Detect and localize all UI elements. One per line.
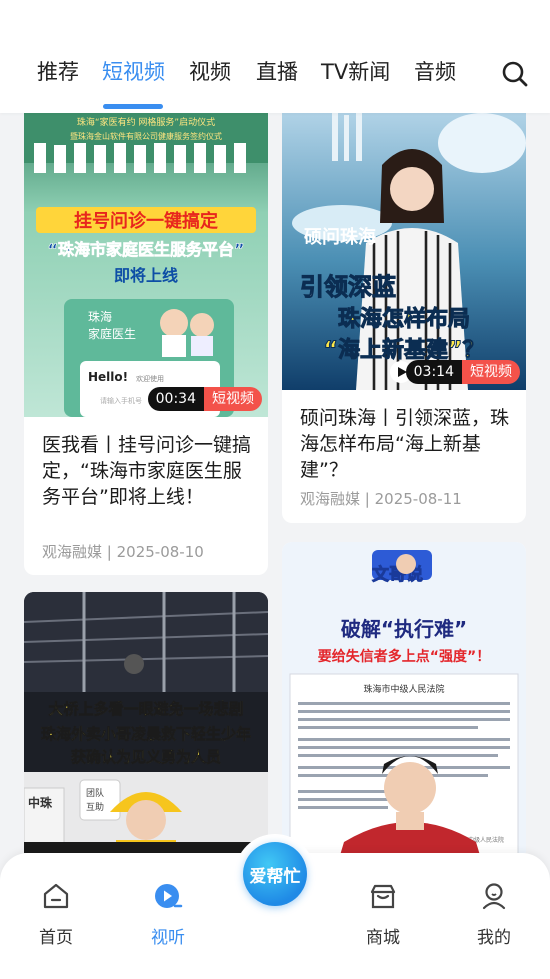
video-duration-badge: 00:34 短视频 bbox=[147, 387, 262, 411]
nav-home-label: 首页 bbox=[39, 928, 73, 948]
nav-me[interactable]: 我的 bbox=[459, 881, 529, 948]
nav-store-label: 商城 bbox=[366, 928, 400, 948]
video-type-tag: 短视频 bbox=[462, 360, 520, 384]
thumb-text-welcome: 欢迎使用 bbox=[136, 374, 164, 383]
thumb-subline: 要给失信者多上点“强度”！ bbox=[318, 648, 490, 665]
video-title: 硕问珠海丨引领深蓝，珠海怎样布局“海上新基建”？ bbox=[300, 407, 510, 481]
tab-tv-news[interactable]: TV新闻 bbox=[321, 56, 390, 86]
video-source: 观海融媒 bbox=[300, 490, 361, 508]
home-indicator bbox=[0, 975, 550, 979]
video-meta: 观海融媒 | 2025-08-11 bbox=[300, 490, 462, 508]
video-duration-badge: 03:14 短视频 bbox=[405, 360, 520, 384]
help-center-button[interactable]: 爱帮忙 bbox=[243, 842, 307, 906]
video-thumbnail[interactable]: 文哥说 破解“执行难” 要给失信者多上点“强度”！ 珠海市中级人民法院 珠海市中… bbox=[282, 542, 526, 853]
nav-video-label: 视听 bbox=[151, 928, 185, 948]
video-card[interactable]: 珠海“家医有约 网格服务”启动仪式 暨珠海金山软件有限公司健康服务签约仪式 挂号… bbox=[24, 113, 268, 575]
video-feed[interactable]: 珠海“家医有约 网格服务”启动仪式 暨珠海金山软件有限公司健康服务签约仪式 挂号… bbox=[0, 113, 550, 853]
thumb-text-hello: Hello! bbox=[88, 370, 128, 384]
active-tab-indicator bbox=[103, 104, 163, 109]
video-meta: 观海融媒 | 2025-08-10 bbox=[42, 543, 204, 561]
store-icon bbox=[370, 884, 396, 909]
thumb-text-team: 团队 bbox=[86, 787, 104, 799]
thumb-subline2: 获确认为见义勇为人员 bbox=[71, 748, 221, 766]
home-icon bbox=[43, 883, 69, 909]
video-card[interactable]: 大桥上多看一眼避免一场悲剧 珠海外卖小哥凌晨救下轻生少年 获确认为见义勇为人员 … bbox=[24, 592, 268, 853]
thumb-headline: 引领深蓝 bbox=[300, 273, 396, 301]
video-card[interactable]: 硕问珠海 引领深蓝 珠海怎样布局 “海上新基建”？ 03:14 短视频 硕问珠海… bbox=[282, 113, 526, 523]
tab-video[interactable]: 视频 bbox=[189, 56, 231, 86]
video-date: 2025-08-11 bbox=[374, 490, 462, 508]
thumb-doc-header: 珠海市中级人民法院 bbox=[363, 683, 444, 695]
play-icon bbox=[155, 884, 183, 908]
nav-video[interactable]: 视听 bbox=[133, 881, 203, 948]
video-title: 医我看丨挂号问诊一键搞定，“珠海市家庭医生服务平台”即将上线！ bbox=[42, 434, 252, 508]
video-duration: 03:14 bbox=[405, 360, 462, 384]
thumb-text-mutual: 互助 bbox=[86, 801, 104, 813]
thumb-program-name: 硕问珠海 bbox=[304, 226, 376, 248]
video-duration: 00:34 bbox=[147, 387, 204, 411]
thumb-banner-line2: 暨珠海金山软件有限公司健康服务签约仪式 bbox=[70, 131, 222, 141]
thumb-subline: “珠海市家庭医生服务平台” bbox=[47, 240, 244, 259]
video-source: 观海融媒 bbox=[42, 543, 103, 561]
video-thumbnail[interactable]: 珠海“家医有约 网格服务”启动仪式 暨珠海金山软件有限公司健康服务签约仪式 挂号… bbox=[24, 113, 268, 417]
tab-audio[interactable]: 音频 bbox=[414, 56, 456, 86]
thumb-headline: 挂号问诊一键搞定 bbox=[74, 210, 218, 232]
tab-short-video[interactable]: 短视频 bbox=[102, 56, 165, 86]
video-thumbnail[interactable]: 硕问珠海 引领深蓝 珠海怎样布局 “海上新基建”？ 03:14 短视频 bbox=[282, 113, 526, 390]
thumb-text-phone: 请输入手机号 bbox=[100, 396, 142, 405]
nav-me-label: 我的 bbox=[477, 928, 511, 948]
video-card[interactable]: 文哥说 破解“执行难” 要给失信者多上点“强度”！ 珠海市中级人民法院 珠海市中… bbox=[282, 542, 526, 853]
thumb-text-zhongzhu: 中珠 bbox=[28, 795, 53, 810]
top-header: 推荐 短视频 视频 直播 TV新闻 音频 bbox=[0, 0, 550, 113]
user-icon bbox=[482, 883, 506, 910]
category-tabs: 推荐 短视频 视频 直播 TV新闻 音频 bbox=[0, 56, 550, 96]
tab-recommend[interactable]: 推荐 bbox=[37, 56, 79, 86]
thumb-subline: 珠海外卖小哥凌晨救下轻生少年 bbox=[41, 725, 251, 743]
tab-live[interactable]: 直播 bbox=[256, 56, 298, 86]
thumb-text-doctor: 家庭医生 bbox=[88, 326, 136, 341]
thumb-subline: 珠海怎样布局 bbox=[338, 306, 470, 332]
search-icon[interactable] bbox=[499, 58, 531, 90]
thumb-subline2: 即将上线 bbox=[114, 266, 178, 285]
video-thumbnail[interactable]: 大桥上多看一眼避免一场悲剧 珠海外卖小哥凌晨救下轻生少年 获确认为见义勇为人员 … bbox=[24, 592, 268, 853]
nav-home[interactable]: 首页 bbox=[21, 881, 91, 948]
thumb-headline: 大桥上多看一眼避免一场悲剧 bbox=[48, 700, 243, 718]
video-date: 2025-08-10 bbox=[116, 543, 204, 561]
thumb-banner-line1: 珠海“家医有约 网格服务”启动仪式 bbox=[77, 116, 215, 128]
thumb-text-zhuhai: 珠海 bbox=[88, 309, 112, 324]
nav-store[interactable]: 商城 bbox=[348, 881, 418, 948]
thumb-headline: 破解“执行难” bbox=[341, 617, 467, 641]
video-type-tag: 短视频 bbox=[204, 387, 262, 411]
